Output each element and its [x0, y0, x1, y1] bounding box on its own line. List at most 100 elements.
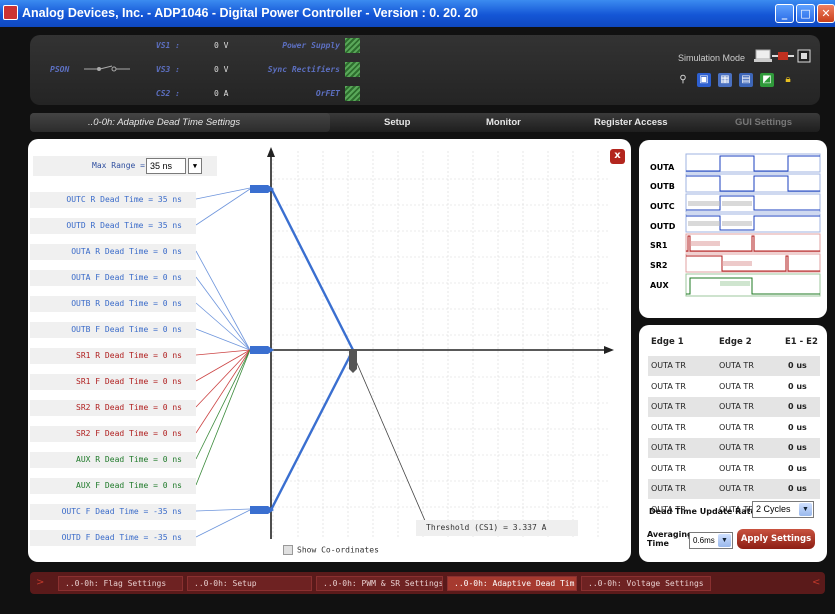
difference-cell: 0 us [788, 463, 807, 473]
tab-monitor[interactable]: Monitor [486, 117, 521, 128]
save-icon[interactable]: ▣ [697, 73, 711, 87]
waveform-display [685, 153, 821, 297]
table-row: OUTA TR OUTA TR 0 us [648, 459, 820, 479]
cs2-value: 0 A [214, 89, 229, 98]
waveform-label-aux: AUX [650, 281, 669, 290]
edge2-cell: OUTA TR [719, 402, 754, 411]
apply-settings-button[interactable]: Apply Settings [737, 529, 815, 549]
table-icon[interactable]: ▦ [718, 73, 732, 87]
waveform-label-outb: OUTB [650, 182, 675, 191]
simulation-connection-icon[interactable] [754, 47, 816, 65]
window-title: Analog Devices, Inc. - ADP1046 - Digital… [22, 6, 478, 20]
sync-rectifiers-indicator [345, 62, 360, 77]
dead-time-label[interactable]: AUX F Dead Time = 0 ns [30, 478, 196, 494]
table-row: OUTA TR OUTA TR 0 us [648, 438, 820, 458]
search-icon[interactable]: ⚲ [676, 73, 690, 87]
waveform-label-sr2: SR2 [650, 261, 668, 270]
edge1-cell: OUTA TR [651, 463, 686, 473]
grid [270, 151, 608, 539]
averaging-label-line1: Averaging [647, 530, 693, 539]
edge1-header: Edge 1 [651, 337, 684, 347]
edge1-cell: OUTA TR [651, 484, 686, 493]
lock-icon[interactable]: 🔒︎ [781, 73, 795, 87]
indicator-label-orfet: OrFET [315, 89, 340, 98]
bottom-tab[interactable]: ..0-0h: Setup [187, 576, 312, 591]
update-rate-value: 2 Cycles [756, 504, 791, 514]
dead-time-update-rate-label: Dead Time Update Rate [649, 507, 756, 516]
update-rate-select[interactable]: 2 Cycles ▼ [752, 501, 814, 518]
tab-adaptive-dead-time-label[interactable]: ..0-0h: Adaptive Dead Time Settings [88, 117, 240, 128]
waveform-label-outd: OUTD [650, 222, 676, 231]
waveform-label-outc: OUTC [650, 202, 675, 211]
minimize-button[interactable]: _ [775, 4, 794, 23]
max-range-select[interactable]: 35 ns [146, 158, 186, 174]
bottom-tab[interactable]: ..0-0h: PWM & SR Settings [316, 576, 443, 591]
edge2-cell: OUTA TR [719, 361, 754, 370]
dead-time-label[interactable]: SR1 R Dead Time = 0 ns [30, 348, 196, 364]
difference-cell: 0 us [788, 443, 807, 452]
tab-register-access[interactable]: Register Access [594, 117, 668, 128]
cs2-label: CS2 : [155, 89, 180, 98]
averaging-time-select[interactable]: 0.6ms ▼ [689, 532, 733, 549]
indicator-label-sync-rectifiers: Sync Rectifiers [267, 65, 340, 74]
edge2-cell: OUTA TR [719, 381, 754, 391]
table-row: OUTA TR OUTA TR 0 us [648, 479, 820, 499]
edge1-cell: OUTA TR [651, 402, 686, 411]
bottom-tab[interactable]: ..0-0h: Voltage Settings [581, 576, 711, 591]
dead-time-label[interactable]: SR1 F Dead Time = 0 ns [30, 374, 196, 390]
edge1-cell: OUTA TR [651, 381, 686, 391]
table-row: OUTA TR OUTA TR 0 us [648, 397, 820, 417]
averaging-label-line2: Time [647, 539, 669, 548]
table-row: OUTA TR OUTA TR 0 us [648, 356, 820, 376]
checkbox-box[interactable] [283, 545, 293, 555]
bottom-tab[interactable]: ..0-0h: Flag Settings [58, 576, 183, 591]
chart-icon[interactable]: ◩ [760, 73, 774, 87]
dead-time-label[interactable]: SR2 F Dead Time = 0 ns [30, 426, 196, 442]
table-row: OUTA TR OUTA TR 0 us [648, 377, 820, 397]
max-range-label: Max Range = [92, 161, 145, 170]
e1-e2-header: E1 - E2 [785, 337, 818, 347]
bottom-tab[interactable]: ..0-0h: Adaptive Dead Tim [447, 576, 577, 591]
tab-gui-settings[interactable]: GUI Settings [735, 117, 792, 128]
dead-time-label[interactable]: OUTC F Dead Time = -35 ns [30, 504, 196, 520]
scroll-left-icon[interactable]: > [36, 577, 44, 588]
difference-cell: 0 us [788, 402, 807, 411]
tab-setup[interactable]: Setup [384, 117, 410, 128]
dead-time-label[interactable]: OUTD F Dead Time = -35 ns [30, 530, 196, 546]
dead-time-curve [269, 187, 355, 511]
edge2-cell: OUTA TR [719, 422, 754, 432]
difference-cell: 0 us [788, 422, 807, 432]
edge2-cell: OUTA TR [719, 443, 754, 452]
dead-time-label[interactable]: OUTB R Dead Time = 0 ns [30, 296, 196, 312]
threshold-slider-handle[interactable] [349, 349, 357, 373]
edge1-cell: OUTA TR [651, 443, 686, 452]
dead-time-label[interactable]: AUX R Dead Time = 0 ns [30, 452, 196, 468]
connector-lines [195, 187, 251, 538]
chevron-down-icon[interactable]: ▼ [718, 534, 731, 547]
chevron-down-icon[interactable]: ▼ [799, 503, 812, 516]
threshold-line [352, 353, 427, 524]
max-range-dropdown-arrow[interactable]: ▼ [188, 158, 202, 174]
dead-time-label[interactable]: SR2 R Dead Time = 0 ns [30, 400, 196, 416]
close-button[interactable]: ✕ [817, 4, 835, 23]
dead-time-label[interactable]: OUTD R Dead Time = 35 ns [30, 218, 196, 234]
close-panel-button[interactable]: x [610, 149, 625, 164]
vs3-label: VS3 : [155, 65, 180, 74]
dead-time-label[interactable]: OUTC R Dead Time = 35 ns [30, 192, 196, 208]
scroll-right-icon[interactable]: < [812, 577, 820, 588]
export-icon[interactable]: ▤ [739, 73, 753, 87]
show-coordinates-checkbox[interactable]: Show Co-ordinates [283, 545, 379, 555]
app-icon [3, 5, 18, 20]
indicator-label-power-supply: Power Supply [282, 41, 340, 50]
dead-time-label[interactable]: OUTA F Dead Time = 0 ns [30, 270, 196, 286]
difference-cell: 0 us [788, 361, 807, 370]
orfet-indicator [345, 86, 360, 101]
table-row: OUTA TR OUTA TR 0 us [648, 418, 820, 438]
edge1-cell: OUTA TR [651, 361, 686, 370]
maximize-button[interactable]: □ [796, 4, 815, 23]
difference-cell: 0 us [788, 381, 807, 391]
power-supply-indicator [345, 38, 360, 53]
dead-time-label[interactable]: OUTB F Dead Time = 0 ns [30, 322, 196, 338]
dead-time-label[interactable]: OUTA R Dead Time = 0 ns [30, 244, 196, 260]
averaging-time-label: Averaging Time [647, 530, 693, 548]
